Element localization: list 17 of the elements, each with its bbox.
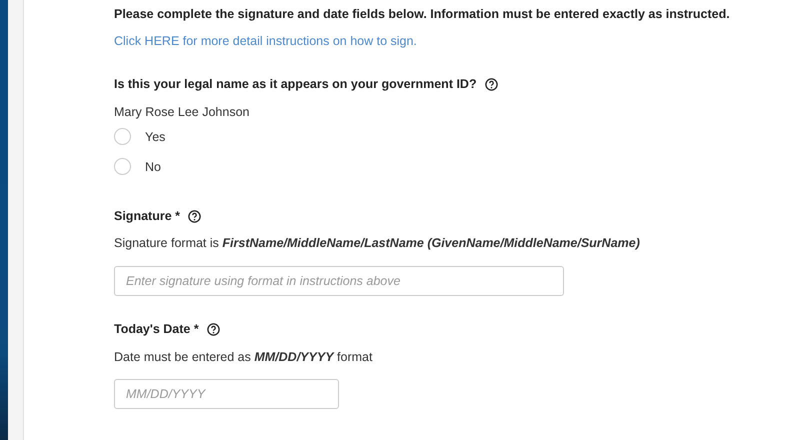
signature-field[interactable]: Enter signature using format in instructions above xyxy=(114,266,564,296)
signature-label: Signature * xyxy=(114,209,180,223)
date-label: Today's Date * xyxy=(114,322,199,336)
signature-format-text: Signature format is FirstName/MiddleName/LastName (GivenName/MiddleName/SurName) xyxy=(114,236,640,250)
question-label: Is this your legal name as it appears on your government ID? xyxy=(114,77,477,91)
date-field[interactable]: MM/DD/YYYY xyxy=(114,379,339,409)
help-link[interactable]: Click HERE for more detail instructions on how to sign. xyxy=(114,34,417,48)
radio-button[interactable] xyxy=(114,158,131,175)
instructions-text: Please complete the signature and date fields below. Information must be entered exactly as instructed. xyxy=(114,7,730,21)
radio-label[interactable]: Yes xyxy=(145,130,166,144)
help-icon[interactable] xyxy=(206,322,220,336)
radio-button[interactable] xyxy=(114,128,131,145)
radio-label[interactable]: No xyxy=(145,160,161,174)
date-format-text: Date must be entered as MM/DD/YYYY format xyxy=(114,350,372,364)
help-icon[interactable] xyxy=(484,78,498,90)
legal-name-text: Mary Rose Lee Johnson xyxy=(114,105,250,119)
help-icon[interactable] xyxy=(188,210,201,222)
